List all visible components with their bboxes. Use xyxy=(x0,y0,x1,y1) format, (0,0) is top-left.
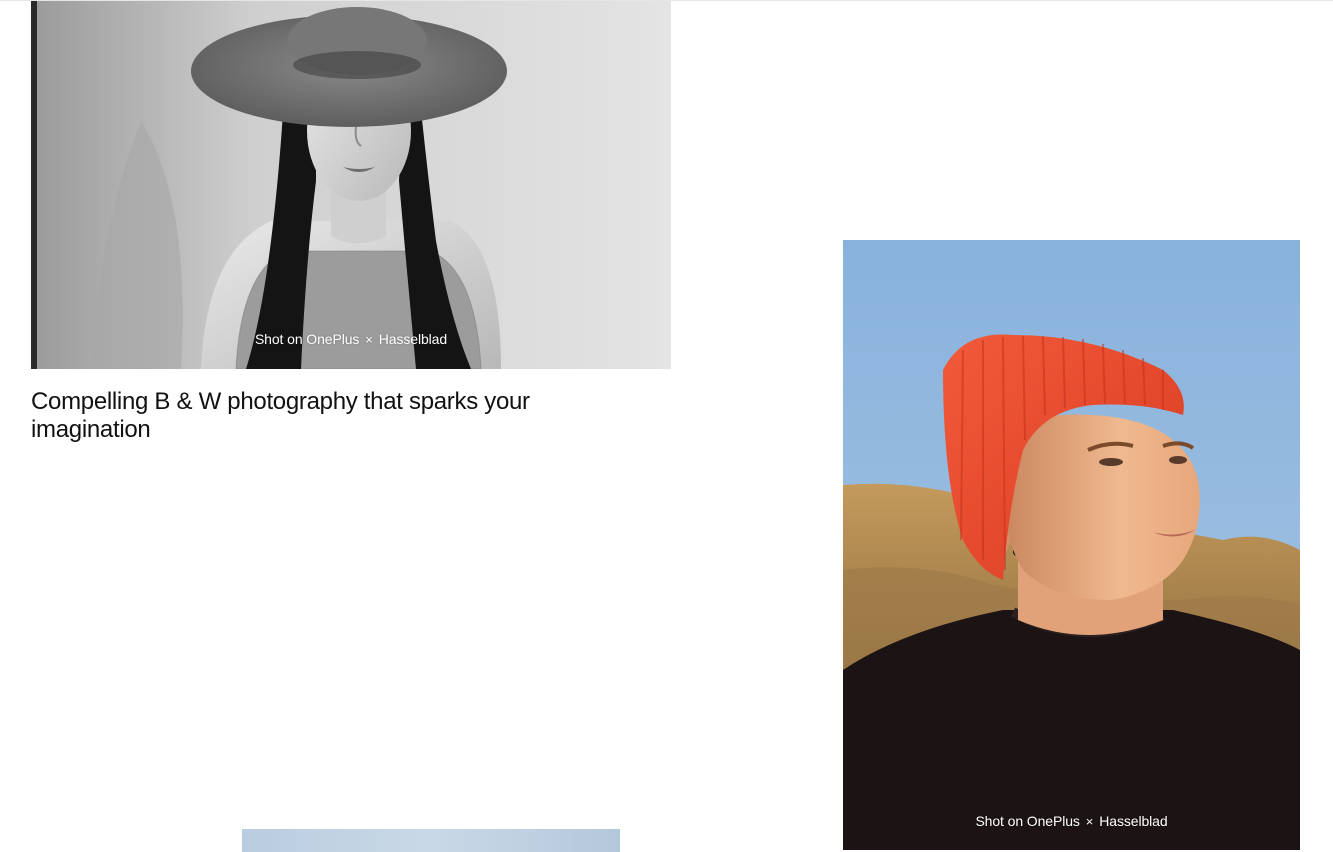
caption-brand: Shot on OnePlus xyxy=(975,813,1080,829)
bw-portrait-photo[interactable]: Shot on OnePlus × Hasselblad xyxy=(31,1,671,369)
caption-partner: Hasselblad xyxy=(1099,813,1168,829)
color-portrait-photo[interactable]: Shot on OnePlus × Hasselblad xyxy=(843,240,1300,850)
bw-portrait-image xyxy=(31,1,671,369)
sky-photo-image xyxy=(242,829,620,852)
bw-photography-headline[interactable]: Compelling B & W photography that sparks… xyxy=(31,388,591,444)
photo-caption: Shot on OnePlus × Hasselblad xyxy=(31,331,671,347)
color-portrait-image xyxy=(843,240,1300,850)
caption-separator: × xyxy=(365,332,373,347)
caption-partner: Hasselblad xyxy=(378,331,448,347)
caption-brand: Shot on OnePlus xyxy=(254,331,360,347)
gallery-page: Shot on OnePlus × Hasselblad Compelling B … xyxy=(0,0,1333,852)
caption-separator: × xyxy=(1085,814,1094,829)
photo-caption: Shot on OnePlus × Hasselblad xyxy=(843,813,1300,829)
sky-photo-partial[interactable] xyxy=(242,829,620,852)
